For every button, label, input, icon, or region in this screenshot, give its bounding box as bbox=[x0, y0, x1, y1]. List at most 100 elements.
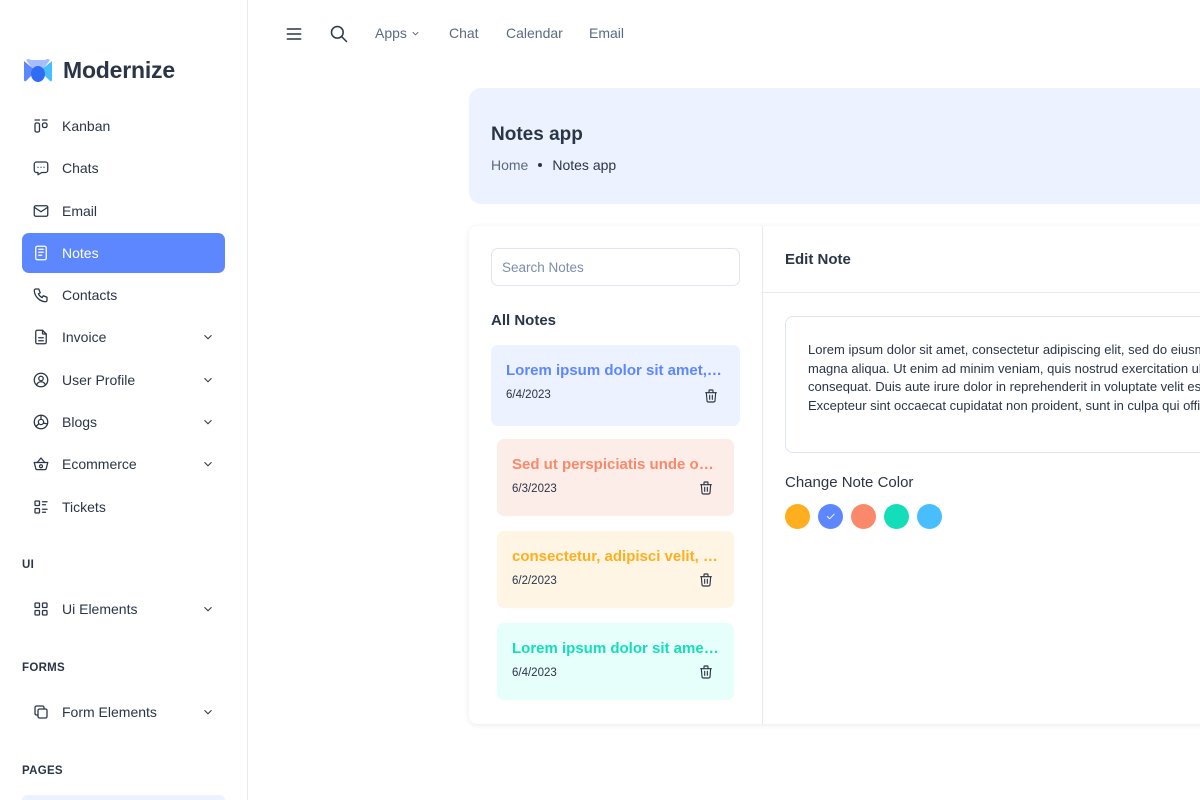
chevron-down-icon bbox=[201, 373, 215, 387]
sidebar-item-label: User Profile bbox=[62, 371, 136, 388]
blog-icon bbox=[32, 413, 50, 431]
sidebar-item-label: Notes bbox=[62, 244, 99, 261]
topbar-link-email[interactable]: Email bbox=[589, 25, 624, 41]
tickets-icon bbox=[32, 498, 50, 516]
topbar-link-apps[interactable]: Apps bbox=[375, 25, 421, 41]
note-title: Lorem ipsum dolor sit amet, consectetur … bbox=[512, 640, 720, 657]
sidebar-item-invoice[interactable]: Invoice bbox=[22, 317, 225, 357]
menu-icon[interactable] bbox=[284, 24, 304, 44]
note-date: 6/4/2023 bbox=[512, 667, 557, 679]
sidebar-item-notes[interactable]: Notes bbox=[22, 232, 225, 273]
invoice-icon bbox=[32, 328, 50, 346]
chevron-down-icon bbox=[201, 330, 215, 344]
sidebar-item-label: Ecommerce bbox=[62, 456, 137, 473]
note-item[interactable]: Sed ut perspiciatis unde omnis iste natu… bbox=[497, 439, 734, 516]
sidebar-item-label: Tickets bbox=[62, 498, 106, 515]
sidebar-item-chats[interactable]: Chats bbox=[22, 148, 225, 188]
breadcrumb-current: Notes app bbox=[552, 157, 617, 173]
sidebar-item-form-elements[interactable]: Form Elements bbox=[22, 692, 225, 732]
color-swatch-success[interactable] bbox=[884, 504, 909, 529]
sidebar-item-label: Chats bbox=[62, 160, 99, 177]
chevron-down-icon bbox=[201, 457, 215, 471]
sidebar-item-label: Ui Elements bbox=[62, 601, 138, 617]
topbar-link-calendar[interactable]: Calendar bbox=[506, 25, 563, 41]
copy-icon bbox=[32, 703, 50, 721]
note-title: consectetur, adipisci velit, sed quia no… bbox=[512, 548, 720, 565]
sidebar-item-label: Kanban bbox=[62, 118, 111, 134]
breadcrumb: Home Notes app bbox=[491, 157, 616, 173]
sidebar-item-contacts[interactable]: Contacts bbox=[22, 275, 225, 315]
color-swatch-primary[interactable] bbox=[818, 504, 843, 529]
change-color-heading: Change Note Color bbox=[785, 474, 914, 491]
sidebar: Modernize Kanban Chats Email Notes Conta… bbox=[0, 0, 248, 800]
note-editor-panel: Edit Note Lorem ipsum dolor sit amet, co… bbox=[763, 226, 1200, 724]
user-circle-icon bbox=[32, 371, 50, 389]
search-icon[interactable] bbox=[329, 24, 349, 44]
trash-icon[interactable] bbox=[698, 572, 714, 588]
topbar-link-chat[interactable]: Chat bbox=[449, 25, 479, 41]
sidebar-item-kanban[interactable]: Kanban bbox=[22, 106, 225, 146]
chevron-down-icon bbox=[201, 415, 215, 429]
notes-list-panel: All Notes Lorem ipsum dolor sit amet, co… bbox=[469, 226, 763, 724]
sidebar-item-label: Blogs bbox=[62, 414, 98, 431]
chevron-down-icon bbox=[201, 602, 215, 616]
sidebar-nav: Kanban Chats Email Notes Contacts Invoic… bbox=[22, 106, 225, 529]
chat-icon bbox=[32, 159, 50, 177]
sidebar-item-ui-elements[interactable]: Ui Elements bbox=[22, 589, 225, 629]
brand-logo[interactable]: Modernize bbox=[22, 56, 175, 84]
note-body-line: consequat. Duis aute irure dolor in repr… bbox=[808, 379, 1200, 394]
mail-icon bbox=[32, 202, 50, 220]
topbar-link-label: Apps bbox=[375, 25, 407, 41]
chevron-down-icon bbox=[412, 31, 419, 36]
nav-section-forms: FORMS bbox=[22, 662, 66, 674]
note-item[interactable]: consectetur, adipisci velit, sed quia no… bbox=[497, 531, 734, 608]
color-swatch-warning[interactable] bbox=[785, 504, 810, 529]
sidebar-group-forms: Form Elements bbox=[22, 692, 225, 734]
sidebar-item-label: Invoice bbox=[62, 329, 107, 346]
check-icon bbox=[826, 513, 835, 520]
kanban-icon bbox=[32, 117, 50, 135]
sidebar-item-partial[interactable] bbox=[22, 795, 225, 800]
sidebar-group-ui: Ui Elements bbox=[22, 589, 225, 631]
sidebar-item-blogs[interactable]: Blogs bbox=[22, 402, 225, 442]
chevron-down-icon bbox=[201, 705, 215, 719]
note-date: 6/4/2023 bbox=[506, 389, 551, 401]
note-body-line: Excepteur sint occaecat cupidatat non pr… bbox=[808, 397, 1200, 413]
note-body-textarea[interactable]: Lorem ipsum dolor sit amet, consectetur … bbox=[785, 316, 1200, 453]
note-item-selected[interactable]: Lorem ipsum dolor sit amet, consectetur … bbox=[491, 345, 740, 426]
note-date: 6/2/2023 bbox=[512, 575, 557, 587]
breadcrumb-home-link[interactable]: Home bbox=[491, 157, 528, 173]
note-title: Sed ut perspiciatis unde omnis iste natu… bbox=[512, 456, 720, 473]
sidebar-item-tickets[interactable]: Tickets bbox=[22, 487, 225, 527]
page-header: Notes app Home Notes app bbox=[469, 88, 1200, 204]
note-title: Lorem ipsum dolor sit amet, consectetur … bbox=[506, 362, 726, 379]
color-swatch-error[interactable] bbox=[851, 504, 876, 529]
sidebar-item-email[interactable]: Email bbox=[22, 191, 225, 231]
sidebar-item-label: Email bbox=[62, 202, 98, 219]
note-body-line: Lorem ipsum dolor sit amet, consectetur … bbox=[808, 342, 1200, 357]
page-title: Notes app bbox=[491, 124, 583, 145]
note-item[interactable]: Lorem ipsum dolor sit amet, consectetur … bbox=[497, 623, 734, 700]
editor-header: Edit Note bbox=[763, 226, 1200, 293]
edit-note-heading: Edit Note bbox=[785, 251, 851, 268]
basket-icon bbox=[32, 455, 50, 473]
logo-icon bbox=[24, 59, 52, 82]
notes-icon bbox=[32, 244, 50, 262]
trash-icon[interactable] bbox=[698, 664, 714, 680]
sidebar-item-ecommerce[interactable]: Ecommerce bbox=[22, 444, 225, 484]
sidebar-item-user-profile[interactable]: User Profile bbox=[22, 360, 225, 400]
brand-name: Modernize bbox=[63, 56, 175, 83]
color-swatch-info[interactable] bbox=[917, 504, 942, 529]
color-swatches bbox=[785, 504, 942, 529]
sidebar-item-label: Contacts bbox=[62, 287, 118, 304]
sidebar-item-label: Form Elements bbox=[62, 704, 157, 720]
trash-icon[interactable] bbox=[698, 480, 714, 496]
trash-icon[interactable] bbox=[703, 388, 719, 404]
layout-grid-icon bbox=[32, 600, 50, 618]
topbar: Apps Chat Calendar Email bbox=[248, 0, 1200, 68]
breadcrumb-separator bbox=[538, 163, 543, 167]
note-body-line: magna aliqua. Ut enim ad minim veniam, q… bbox=[808, 360, 1200, 376]
search-notes-input[interactable] bbox=[491, 248, 740, 286]
nav-section-pages: PAGES bbox=[22, 765, 63, 777]
phone-icon bbox=[32, 286, 50, 304]
